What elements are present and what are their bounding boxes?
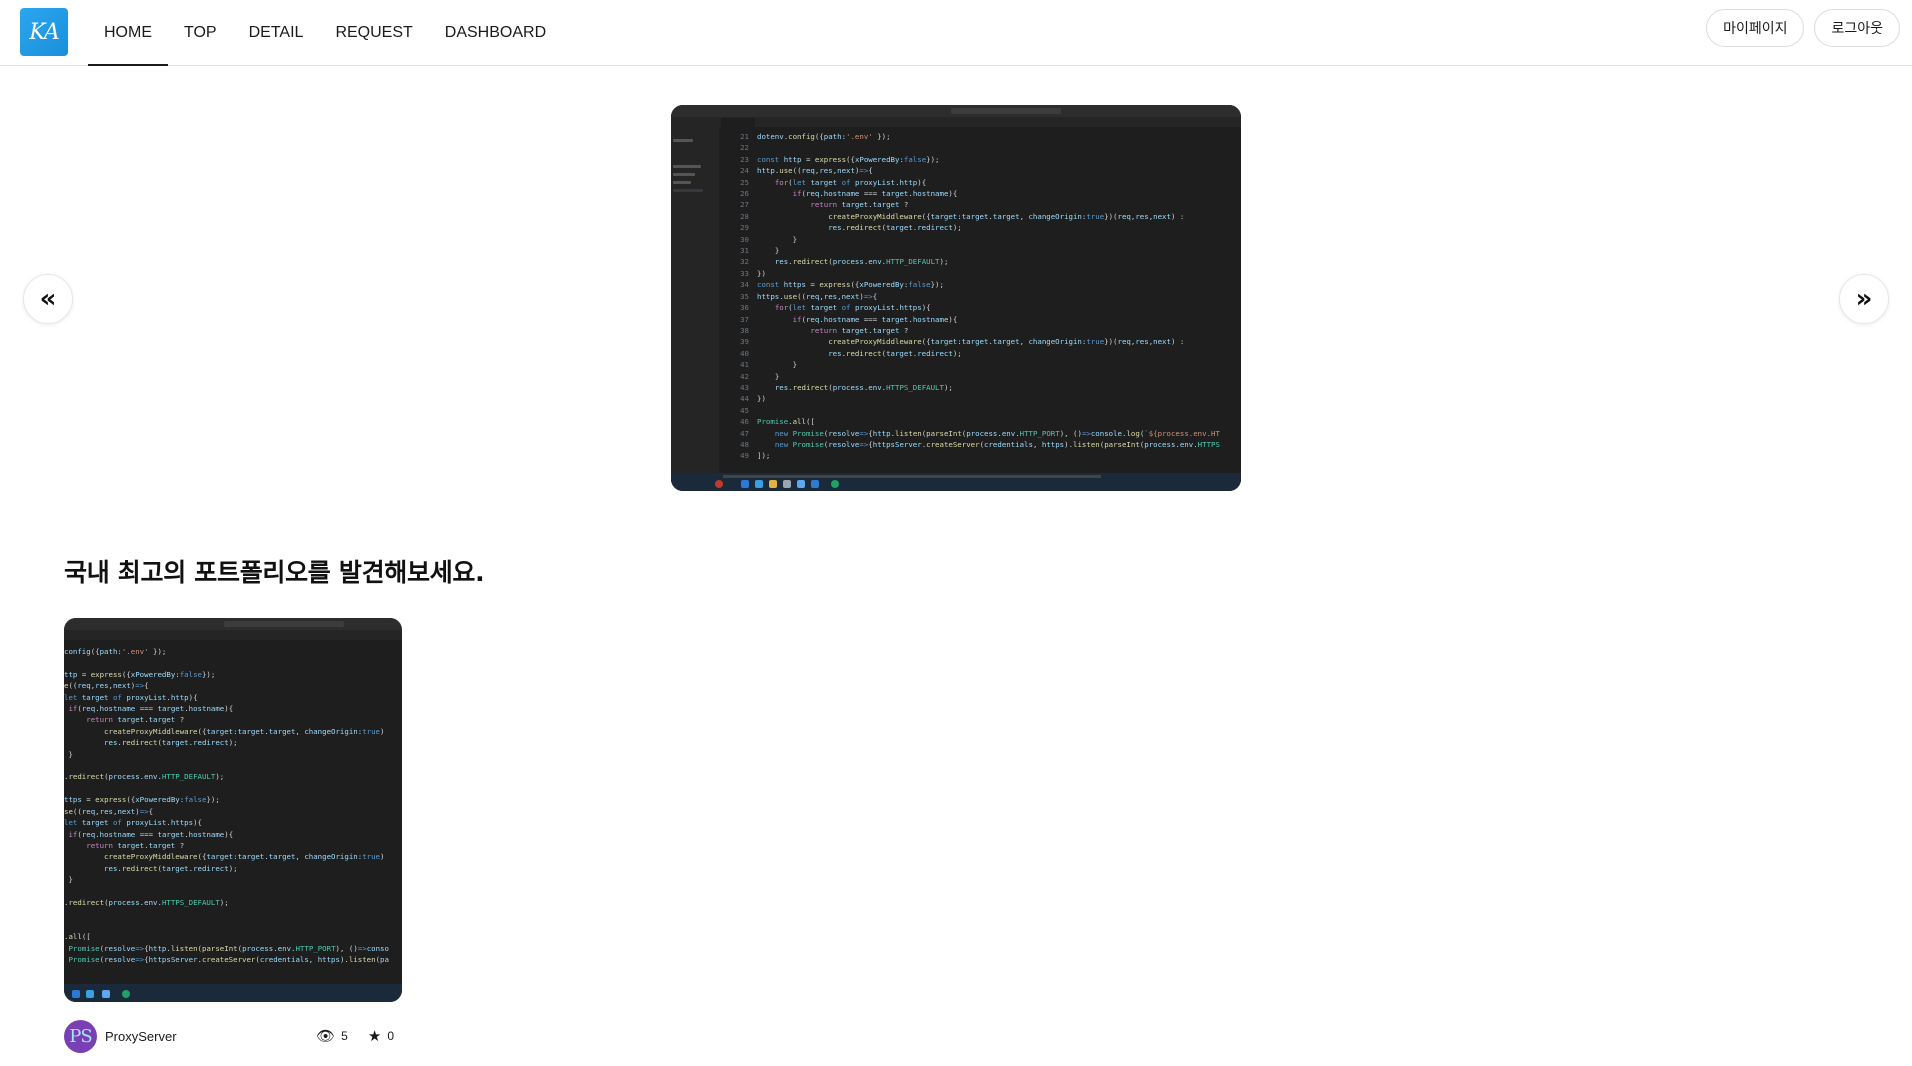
nav-item-detail[interactable]: DETAIL: [233, 0, 320, 66]
double-chevron-right-icon: »: [1855, 284, 1873, 314]
user-actions: 마이페이지 로그아웃: [1706, 9, 1900, 47]
card-stats: 👁 5 ★ 0: [316, 1010, 394, 1062]
portfolio-card[interactable]: config({path:'.env' }); ttp = express({x…: [64, 618, 402, 1062]
card-meta: PS ProxyServer 👁 5 ★ 0: [64, 1010, 402, 1062]
main-nav: HOME TOP DETAIL REQUEST DASHBOARD: [88, 0, 562, 66]
top-navigation-bar: KA HOME TOP DETAIL REQUEST DASHBOARD 마이페…: [0, 0, 1912, 66]
eye-icon: 👁: [316, 1027, 336, 1045]
nav-item-top[interactable]: TOP: [168, 0, 233, 66]
nav-item-home[interactable]: HOME: [88, 0, 168, 66]
brand-logo[interactable]: KA: [20, 8, 68, 56]
code-screenshot: 21 dotenv.config({path:'.env' }); 22 23 co…: [671, 105, 1241, 491]
double-chevron-left-icon: «: [39, 284, 57, 314]
nav-item-dashboard[interactable]: DASHBOARD: [429, 0, 562, 66]
mypage-button[interactable]: 마이페이지: [1706, 9, 1805, 47]
avatar[interactable]: PS: [64, 1019, 97, 1053]
carousel-next-button[interactable]: »: [1839, 274, 1889, 324]
view-count: 5: [341, 1029, 348, 1043]
author-name[interactable]: ProxyServer: [105, 1029, 177, 1044]
star-icon[interactable]: ★: [368, 1029, 381, 1044]
section-title: 국내 최고의 포트폴리오를 발견해보세요.: [64, 558, 485, 587]
star-count: 0: [387, 1029, 394, 1043]
carousel-slide-image[interactable]: 21 dotenv.config({path:'.env' }); 22 23 co…: [671, 105, 1241, 491]
carousel-prev-button[interactable]: «: [23, 274, 73, 324]
nav-item-request[interactable]: REQUEST: [319, 0, 428, 66]
portfolio-thumbnail[interactable]: config({path:'.env' }); ttp = express({x…: [64, 618, 402, 1002]
logout-button[interactable]: 로그아웃: [1814, 9, 1900, 47]
